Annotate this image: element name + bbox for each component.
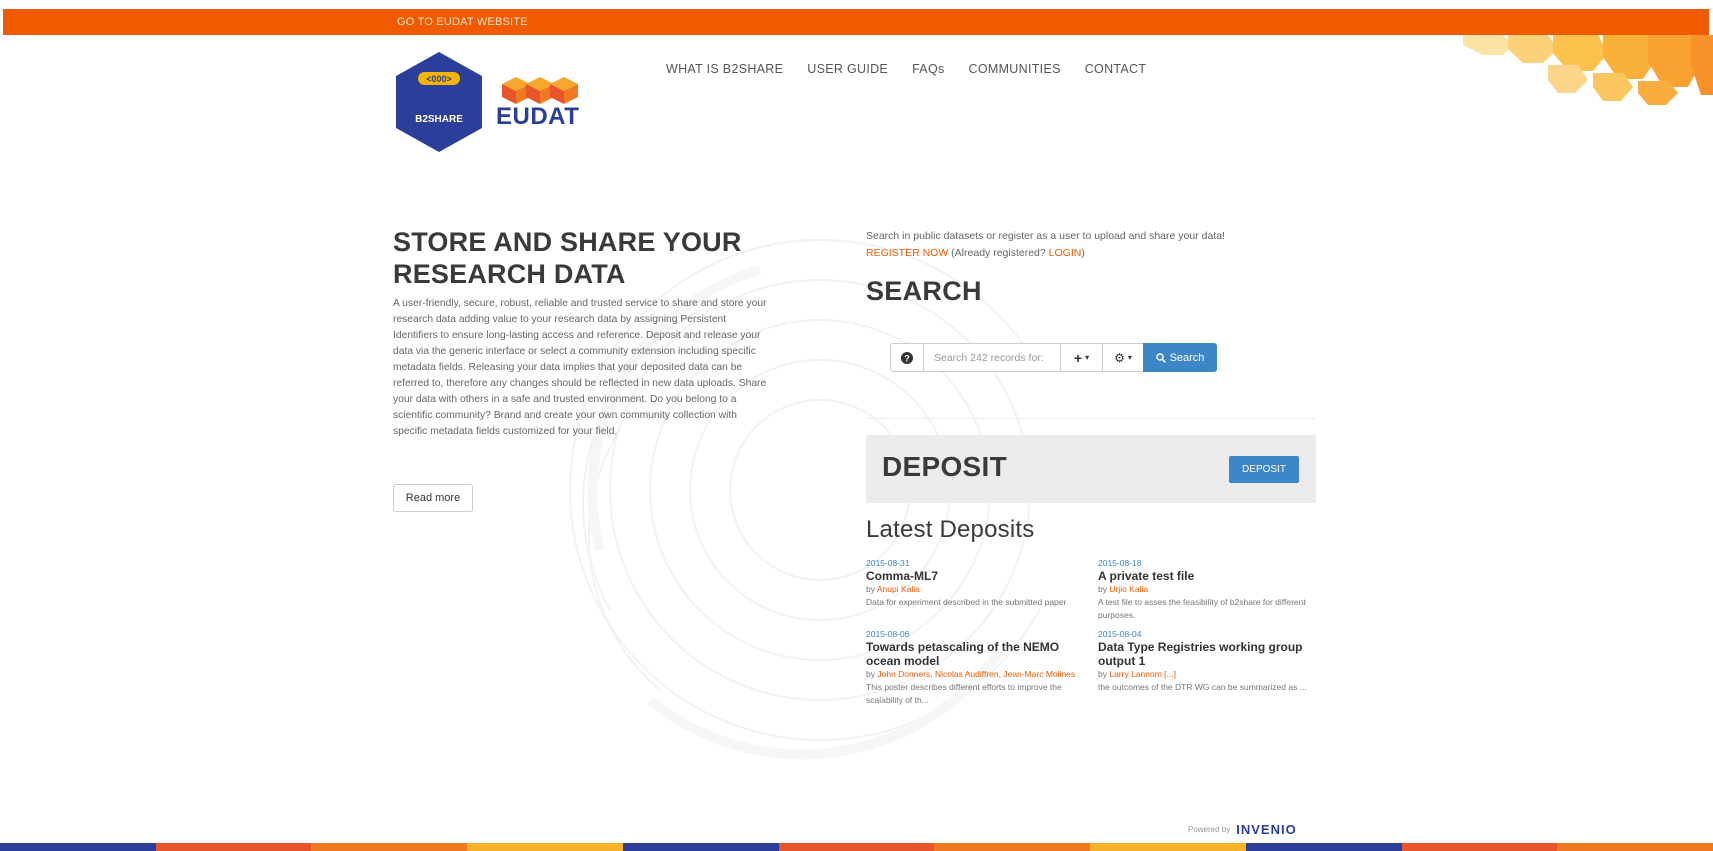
deposit-author-link[interactable]: John Donners, Nicolas Audiffren, Jean-Ma… xyxy=(877,669,1075,679)
eudat-logo-text[interactable]: EUDAT xyxy=(496,103,579,131)
invenio-logo-link[interactable]: INVENIO xyxy=(1236,822,1296,837)
stripe-segment xyxy=(622,843,779,851)
deposit-date: 2015-08-06 xyxy=(866,629,910,639)
stripe-segment xyxy=(778,843,935,851)
search-button[interactable]: Search xyxy=(1143,343,1217,372)
login-link[interactable]: LOGIN xyxy=(1049,247,1082,259)
deposit-byline: by John Donners, Nicolas Audiffren, Jean… xyxy=(866,668,1076,681)
register-line: REGISTER NOW (Already registered? LOGIN) xyxy=(866,245,1296,262)
deposit-item: 2015-08-06 Towards petascaling of the NE… xyxy=(866,628,1076,707)
search-settings-dropdown[interactable]: ⚙ ▾ xyxy=(1102,343,1144,372)
stripe-segment xyxy=(1557,843,1713,851)
deposit-title: DEPOSIT xyxy=(882,451,1008,482)
by-label: by xyxy=(866,584,877,594)
caret-down-icon: ▾ xyxy=(1127,353,1132,362)
deposit-byline: by Urjio Kalia xyxy=(1098,583,1308,596)
deposit-date: 2015-08-18 xyxy=(1098,558,1142,568)
b2share-logo-text: B2SHARE xyxy=(415,114,463,125)
question-circle-icon: ? xyxy=(901,351,913,364)
search-intro: Search in public datasets or register as… xyxy=(866,228,1296,262)
stripe-segment xyxy=(1245,843,1402,851)
powered-by: Powered by INVENIO xyxy=(1188,822,1297,837)
stripe-segment xyxy=(1401,843,1558,851)
caret-down-icon: ▾ xyxy=(1085,353,1090,362)
nav-item-communities[interactable]: COMMUNITIES xyxy=(969,62,1061,76)
stripe-segment xyxy=(467,843,623,851)
deposit-description: A test file to asses the feasibility of … xyxy=(1098,597,1306,620)
register-now-link[interactable]: REGISTER NOW xyxy=(866,247,948,259)
closing-paren: ) xyxy=(1081,247,1085,259)
nav-item-faqs[interactable]: FAQs xyxy=(912,62,944,76)
deposit-item: 2015-08-04 Data Type Registries working … xyxy=(1098,628,1308,707)
nav-item-what-is-b2share[interactable]: WHAT IS B2SHARE xyxy=(666,62,783,76)
hero-description: A user-friendly, secure, robust, reliabl… xyxy=(393,298,767,437)
eudat-website-link[interactable]: GO TO EUDAT WEBSITE xyxy=(397,16,528,28)
bottom-color-stripe xyxy=(0,843,1713,851)
latest-deposits-title: Latest Deposits xyxy=(866,516,1035,543)
deposit-item: 2015-08-31 Comma-ML7 by Anupi Kalia Data… xyxy=(866,557,1076,622)
page: GO TO EUDAT WEBSITE <000> B2SHARE EUDAT … xyxy=(0,0,1713,851)
deposit-description: Data for experiment described in the sub… xyxy=(866,597,1067,607)
search-bar: ? + ▾ ⚙ ▾ Search xyxy=(890,343,1217,372)
deposit-title-link[interactable]: Data Type Registries working group outpu… xyxy=(1098,640,1308,668)
divider xyxy=(866,418,1316,419)
search-help-button[interactable]: ? xyxy=(890,343,924,372)
search-input[interactable] xyxy=(923,343,1061,372)
nav-item-user-guide[interactable]: USER GUIDE xyxy=(807,62,888,76)
deposit-title-link[interactable]: Comma-ML7 xyxy=(866,569,1076,583)
main-nav: WHAT IS B2SHARE USER GUIDE FAQs COMMUNIT… xyxy=(666,62,1170,76)
deposit-author-link[interactable]: Larry Lannom [...] xyxy=(1109,669,1176,679)
top-bar: GO TO EUDAT WEBSITE xyxy=(3,9,1709,35)
deposit-title-link[interactable]: A private test file xyxy=(1098,569,1308,583)
deposit-button[interactable]: DEPOSIT xyxy=(1229,456,1299,483)
search-intro-text: Search in public datasets or register as… xyxy=(866,230,1225,242)
b2share-logo[interactable]: <000> B2SHARE xyxy=(392,50,486,154)
by-label: by xyxy=(866,669,878,679)
svg-text:?: ? xyxy=(904,353,910,363)
deposit-date: 2015-08-31 xyxy=(866,558,910,568)
deposit-item: 2015-08-18 A private test file by Urjio … xyxy=(1098,557,1308,622)
already-registered-text: (Already registered? xyxy=(948,247,1049,259)
search-button-label: Search xyxy=(1169,351,1205,364)
add-filter-dropdown[interactable]: + ▾ xyxy=(1060,343,1103,372)
search-icon xyxy=(1155,352,1166,363)
deposit-date: 2015-08-04 xyxy=(1098,629,1142,639)
read-more-button[interactable]: Read more xyxy=(393,484,473,512)
deposit-description: the outcomes of the DTR WG can be summar… xyxy=(1098,682,1307,692)
search-title: SEARCH xyxy=(866,276,982,306)
deposit-author-link[interactable]: Anupi Kalia xyxy=(877,584,920,594)
svg-text:<000>: <000> xyxy=(426,74,452,84)
stripe-segment xyxy=(934,843,1091,851)
by-label: by xyxy=(1098,669,1110,679)
stripe-segment xyxy=(155,843,312,851)
stripe-segment xyxy=(311,843,468,851)
nav-item-contact[interactable]: CONTACT xyxy=(1085,62,1147,76)
deposit-panel: DEPOSIT DEPOSIT xyxy=(866,435,1316,503)
stripe-segment xyxy=(0,843,156,851)
latest-deposits-list: 2015-08-31 Comma-ML7 by Anupi Kalia Data… xyxy=(866,557,1316,707)
stripe-segment xyxy=(1090,843,1246,851)
deposit-byline: by Anupi Kalia xyxy=(866,583,1076,596)
gear-icon: ⚙ xyxy=(1114,350,1125,365)
hexagon-decoration-icon xyxy=(1463,35,1713,105)
powered-by-label: Powered by xyxy=(1188,825,1231,834)
deposit-author-link[interactable]: Urjio Kalia xyxy=(1109,584,1148,594)
deposit-title-link[interactable]: Towards petascaling of the NEMO ocean mo… xyxy=(866,640,1076,668)
deposit-byline: by Larry Lannom [...] xyxy=(1098,668,1308,681)
by-label: by xyxy=(1098,584,1110,594)
plus-icon: + xyxy=(1073,349,1083,366)
hero-title: STORE AND SHARE YOUR RESEARCH DATA xyxy=(393,227,742,289)
deposit-description: This poster describes different efforts … xyxy=(866,682,1062,705)
